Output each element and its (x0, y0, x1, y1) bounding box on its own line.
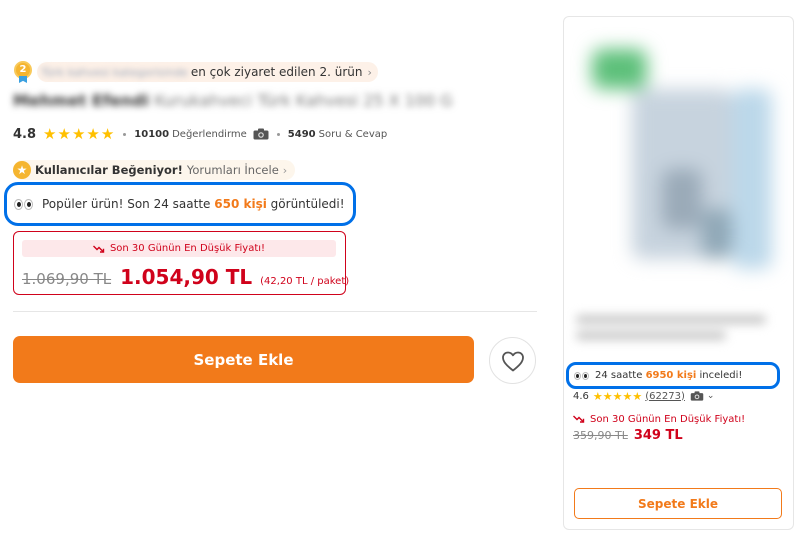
qa-count[interactable]: 5490 (288, 129, 316, 140)
recommended-product-card[interactable] (563, 16, 794, 530)
trend-down-icon (573, 415, 585, 423)
rank-category: Türk kahvesi kategorisinde (41, 65, 188, 79)
product-image[interactable] (572, 29, 785, 304)
star-badge-icon: ★ (13, 161, 31, 179)
rating-summary: 4.8 ★ ★ ★ ★ ★ 10100 Değerlendirme 5490 S… (13, 125, 387, 143)
chevron-down-icon[interactable]: ⌄ (707, 391, 715, 401)
recent-views-notice: 24 saatte 6950 kişi inceledi! (566, 362, 780, 389)
recommended-add-to-cart-button[interactable]: Sepete Ekle (574, 488, 782, 519)
current-price: 349 TL (633, 428, 683, 443)
users-like-text: Kullanıcılar Beğeniyor! (35, 163, 183, 177)
separator-dot (276, 132, 280, 136)
views-count: 6950 kişi (645, 370, 697, 381)
heart-icon (501, 351, 524, 371)
popular-text: Popüler ürün! Son 24 saatte 650 kişi gör… (42, 197, 345, 211)
users-like-banner[interactable]: ★ Kullanıcılar Beğeniyor! Yorumları İnce… (13, 160, 296, 180)
qa-label[interactable]: Soru & Cevap (319, 129, 388, 140)
price-box: Son 30 Günün En Düşük Fiyatı! 1.069,90 T… (13, 231, 349, 295)
star-icon: ★ (43, 124, 57, 143)
product-title-blurred[interactable] (576, 315, 781, 347)
add-to-cart-button[interactable]: Sepete Ekle (13, 336, 474, 383)
popular-product-notice: Popüler ürün! Son 24 saatte 650 kişi gör… (4, 182, 356, 226)
product-name: Kurukahveci Türk Kahvesi 25 X 100 G (154, 91, 453, 110)
see-reviews-link[interactable]: Yorumları İncele (187, 163, 279, 177)
review-count[interactable]: (62273) (645, 391, 685, 402)
views-prefix: 24 saatte (595, 370, 643, 381)
recommended-rating[interactable]: 4.6 ★ ★ ★ ★ ★ (62273) ⌄ (573, 389, 714, 403)
rating-score: 4.8 (13, 126, 37, 142)
current-price: 1.054,90 TL (120, 265, 253, 289)
eyes-icon (574, 371, 590, 380)
best-seller-rank[interactable]: 2 Türk kahvesi kategorisinde en çok ziya… (13, 61, 378, 83)
camera-icon[interactable] (253, 128, 269, 140)
popular-count: 650 kişi (214, 197, 267, 211)
price-line: 1.069,90 TL 1.054,90 TL (42,20 TL / pake… (22, 265, 349, 289)
review-count[interactable]: 10100 (134, 129, 169, 140)
star-icon: ★ (622, 389, 633, 403)
old-price: 1.069,90 TL (22, 270, 112, 288)
chevron-right-icon: › (282, 163, 288, 177)
rank-text: en çok ziyaret edilen 2. ürün (190, 65, 363, 79)
favorite-button[interactable] (489, 337, 536, 384)
eyes-icon (14, 198, 34, 210)
lowest-price-banner: Son 30 Günün En Düşük Fiyatı! (22, 240, 336, 257)
lowest-price-text: Son 30 Günün En Düşük Fiyatı! (109, 243, 266, 254)
star-icon: ★ (632, 389, 643, 403)
old-price: 359,90 TL (573, 429, 628, 442)
popular-prefix: Popüler ürün! Son 24 saatte (42, 197, 211, 211)
star-icon: ★ (57, 124, 71, 143)
medal-icon: 2 (13, 61, 33, 83)
rank-pill[interactable]: Türk kahvesi kategorisinde en çok ziyare… (37, 62, 378, 82)
lowest-price-text: Son 30 Günün En Düşük Fiyatı! (590, 413, 746, 425)
star-icon: ★ (602, 389, 613, 403)
rating-score: 4.6 (573, 390, 589, 402)
camera-icon[interactable] (690, 391, 704, 401)
views-text: 24 saatte 6950 kişi inceledi! (595, 370, 742, 381)
separator-dot (123, 132, 127, 136)
popular-suffix: görüntüledi! (270, 197, 345, 211)
views-suffix: inceledi! (699, 370, 743, 381)
chevron-right-icon: › (367, 65, 372, 79)
product-title: Mehmet Efendi Kurukahveci Türk Kahvesi 2… (13, 91, 453, 110)
trend-down-icon (92, 245, 105, 253)
review-label[interactable]: Değerlendirme (172, 129, 247, 140)
product-brand[interactable]: Mehmet Efendi (13, 91, 149, 110)
recommended-lowest-price: Son 30 Günün En Düşük Fiyatı! (573, 412, 745, 426)
divider (13, 311, 537, 312)
star-icon: ★ (86, 124, 100, 143)
star-icon: ★ (592, 389, 603, 403)
star-icon: ★ (71, 124, 86, 143)
star-icon: ★ (612, 389, 623, 403)
recommended-price: 359,90 TL 349 TL (573, 428, 683, 443)
unit-price: (42,20 TL / paket) (260, 276, 350, 287)
star-icon: ★ (100, 124, 115, 143)
